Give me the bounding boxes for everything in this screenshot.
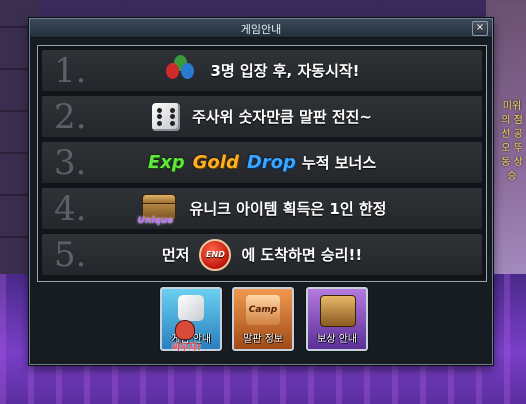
close-button[interactable]: × (472, 21, 488, 36)
window-title: 게임안내 (240, 23, 282, 36)
board-icon: Camp (246, 295, 280, 325)
dice-icon (178, 295, 204, 321)
treasure-chest-icon (320, 295, 356, 327)
cursor-label: 싸우자! (172, 343, 201, 353)
rule-text: 유니크 아이템 획득은 1인 한정 (189, 200, 387, 218)
side-notice-text: 미위의 점선 공오 뚜동 상승 (501, 101, 523, 182)
button-label: 말판 정보 (243, 334, 283, 345)
rule-text-before: 먼저 (161, 246, 190, 264)
unique-chest-icon: Unique (138, 192, 178, 226)
balloons-icon (164, 54, 198, 87)
game-guide-window: 게임안내 × 1. 3명 입장 후, 자동시작! 2. 주사위 숫자만큼 말판 … (29, 18, 493, 365)
exp-label: Exp (147, 152, 185, 173)
hand-cursor-icon (175, 320, 195, 340)
rule-text: 누적 보너스 (301, 154, 377, 172)
rules-panel: 1. 3명 입장 후, 자동시작! 2. 주사위 숫자만큼 말판 전진~ 3. … (37, 45, 487, 282)
window-titlebar[interactable]: 게임안내 × (30, 19, 492, 38)
rule-row-2: 2. 주사위 숫자만큼 말판 전진~ (42, 96, 482, 137)
rule-row-3: 3. Exp Gold Drop 누적 보너스 (42, 142, 482, 183)
rule-row-1: 1. 3명 입장 후, 자동시작! (42, 50, 482, 91)
button-label: 보상 안내 (317, 334, 357, 345)
board-info-button[interactable]: Camp 말판 정보 (232, 287, 294, 351)
end-icon: END (199, 238, 232, 271)
rule-text: 주사위 숫자만큼 말판 전진~ (191, 108, 373, 126)
rule-text-after: 에 도착하면 승리!! (241, 246, 363, 264)
rule-row-5: 5. 먼저 END 에 도착하면 승리!! (42, 234, 482, 275)
reward-info-button[interactable]: 보상 안내 (306, 287, 368, 351)
rule-text: 3명 입장 후, 자동시작! (210, 62, 360, 80)
drop-label: Drop (246, 152, 296, 173)
rule-row-4: 4. Unique 유니크 아이템 획득은 1인 한정 (42, 188, 482, 229)
dice-icon (151, 102, 180, 131)
gold-label: Gold (192, 152, 239, 173)
unique-tag: Unique (137, 215, 174, 226)
